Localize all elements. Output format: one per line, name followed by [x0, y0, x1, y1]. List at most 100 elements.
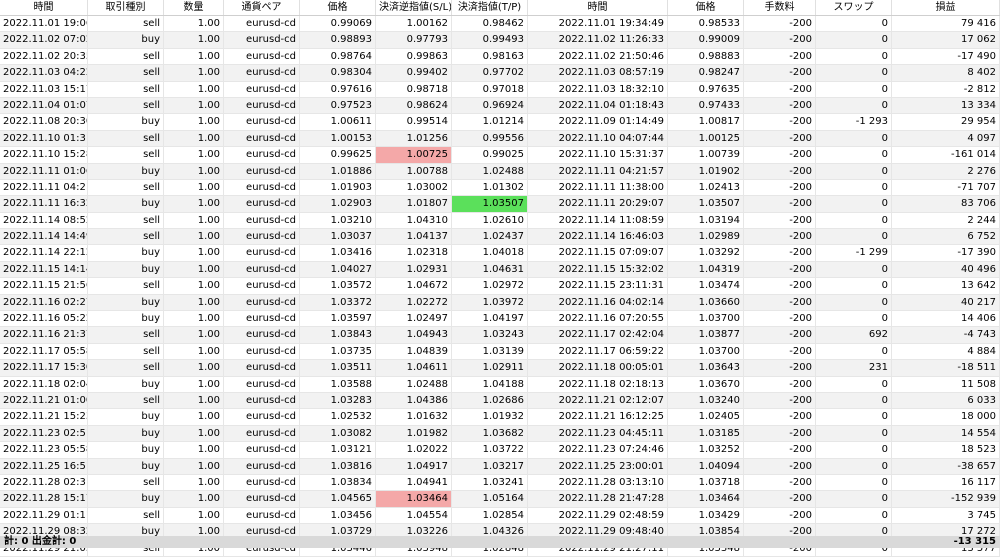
table-row[interactable]: 2022.11.21 01:00:39sell1.00eurusd-cd1.03…	[0, 392, 1000, 410]
cell-swap: 0	[816, 229, 892, 245]
cell-trade-type: sell	[88, 360, 164, 376]
cell-open-price: 1.03735	[300, 343, 376, 360]
cell-trade-type: buy	[88, 245, 164, 261]
cell-close-price: 1.03660	[668, 294, 744, 311]
column-header-swap[interactable]: スワップ	[816, 0, 892, 15]
cell-open-price: 0.97523	[300, 97, 376, 114]
table-row[interactable]: 2022.11.23 02:51:50buy1.00eurusd-cd1.030…	[0, 425, 1000, 443]
table-row[interactable]: 2022.11.14 08:52:16sell1.00eurusd-cd1.03…	[0, 212, 1000, 230]
table-row[interactable]: 2022.11.02 07:02:31buy1.00eurusd-cd0.988…	[0, 32, 1000, 49]
column-header-stop-loss[interactable]: 決済逆指値(S/L)	[376, 0, 452, 15]
table-row[interactable]: 2022.11.21 15:23:37buy1.00eurusd-cd1.025…	[0, 409, 1000, 426]
column-header-currency-pair[interactable]: 通貨ペア	[224, 0, 300, 15]
column-header-take-profit[interactable]: 決済指値(T/P)	[452, 0, 528, 15]
cell-take-profit: 0.97702	[452, 65, 528, 81]
table-row[interactable]: 2022.11.15 14:14:01buy1.00eurusd-cd1.040…	[0, 261, 1000, 279]
column-header-close-time[interactable]: 時間	[528, 0, 668, 15]
table-row[interactable]: 2022.11.15 21:56:32sell1.00eurusd-cd1.03…	[0, 278, 1000, 295]
cell-swap: 0	[816, 179, 892, 196]
table-row[interactable]: 2022.11.04 01:07:08sell1.00eurusd-cd0.97…	[0, 97, 1000, 115]
cell-volume: 1.00	[164, 409, 224, 425]
cell-profit: 2 244	[892, 212, 1000, 229]
cell-take-profit: 0.99025	[452, 147, 528, 163]
table-row[interactable]: 2022.11.23 05:58:12buy1.00eurusd-cd1.031…	[0, 442, 1000, 459]
table-row[interactable]: 2022.11.17 05:58:11sell1.00eurusd-cd1.03…	[0, 343, 1000, 361]
cell-stop-loss: 1.01982	[376, 425, 452, 442]
cell-take-profit: 1.03139	[452, 343, 528, 360]
cell-close-price: 1.00739	[668, 147, 744, 163]
cell-profit: 3 745	[892, 507, 1000, 524]
cell-close-price: 0.97433	[668, 97, 744, 114]
table-row[interactable]: 2022.11.11 04:21:58sell1.00eurusd-cd1.01…	[0, 179, 1000, 197]
table-row[interactable]: 2022.11.25 16:51:11buy1.00eurusd-cd1.038…	[0, 458, 1000, 475]
cell-commission: -200	[744, 114, 816, 130]
column-header-open-time[interactable]: 時間	[0, 0, 88, 15]
cell-close-price: 1.03643	[668, 360, 744, 376]
cell-currency-pair: eurusd-cd	[224, 32, 300, 48]
cell-close-time: 2022.11.18 00:05:01	[528, 360, 668, 376]
cell-profit: 2 276	[892, 163, 1000, 179]
cell-close-time: 2022.11.03 08:57:19	[528, 65, 668, 81]
table-row[interactable]: 2022.11.11 16:32:59buy1.00eurusd-cd1.029…	[0, 196, 1000, 213]
cell-volume: 1.00	[164, 474, 224, 491]
table-row[interactable]: 2022.11.17 15:30:33sell1.00eurusd-cd1.03…	[0, 360, 1000, 377]
cell-open-price: 1.03588	[300, 376, 376, 392]
table-row[interactable]: 2022.11.16 02:27:56buy1.00eurusd-cd1.033…	[0, 294, 1000, 312]
cell-volume: 1.00	[164, 48, 224, 65]
cell-volume: 1.00	[164, 229, 224, 245]
cell-swap: 0	[816, 196, 892, 212]
column-header-open-price[interactable]: 価格	[300, 0, 376, 15]
table-row[interactable]: 2022.11.11 01:06:48buy1.00eurusd-cd1.018…	[0, 163, 1000, 180]
cell-take-profit: 1.04631	[452, 261, 528, 278]
table-row[interactable]: 2022.11.18 02:04:20buy1.00eurusd-cd1.035…	[0, 376, 1000, 393]
cell-open-price: 0.99069	[300, 16, 376, 32]
table-row[interactable]: 2022.11.28 15:17:28buy1.00eurusd-cd1.045…	[0, 491, 1000, 508]
table-row[interactable]: 2022.11.02 20:35:52sell1.00eurusd-cd0.98…	[0, 48, 1000, 66]
table-row[interactable]: 2022.11.10 01:31:35sell1.00eurusd-cd1.00…	[0, 130, 1000, 148]
cell-take-profit: 1.01302	[452, 179, 528, 196]
cell-close-price: 1.03252	[668, 442, 744, 458]
cell-profit: -17 490	[892, 48, 1000, 65]
table-row[interactable]: 2022.11.01 19:06:36sell1.00eurusd-cd0.99…	[0, 16, 1000, 33]
cell-commission: -200	[744, 16, 816, 32]
cell-stop-loss: 1.02488	[376, 376, 452, 392]
cell-volume: 1.00	[164, 179, 224, 196]
cell-take-profit: 1.04018	[452, 245, 528, 261]
cell-close-price: 1.03429	[668, 507, 744, 524]
table-row[interactable]: 2022.11.14 14:49:03sell1.00eurusd-cd1.03…	[0, 229, 1000, 246]
cell-trade-type: sell	[88, 16, 164, 32]
table-row[interactable]: 2022.11.03 15:17:55sell1.00eurusd-cd0.97…	[0, 81, 1000, 98]
column-header-volume[interactable]: 数量	[164, 0, 224, 15]
table-row[interactable]: 2022.11.10 15:28:09sell1.00eurusd-cd0.99…	[0, 147, 1000, 164]
cell-stop-loss: 1.02931	[376, 261, 452, 278]
cell-close-price: 1.03718	[668, 474, 744, 491]
cell-open-time: 2022.11.21 01:00:39	[0, 392, 88, 409]
cell-swap: 0	[816, 294, 892, 311]
cell-open-price: 1.04565	[300, 491, 376, 507]
cell-volume: 1.00	[164, 147, 224, 163]
cell-close-price: 0.98533	[668, 16, 744, 32]
cell-stop-loss: 1.00725	[376, 147, 452, 163]
cell-close-time: 2022.11.02 11:26:33	[528, 32, 668, 48]
table-row[interactable]: 2022.11.28 02:31:39sell1.00eurusd-cd1.03…	[0, 474, 1000, 492]
cell-volume: 1.00	[164, 278, 224, 294]
table-row[interactable]: 2022.11.14 22:12:24buy1.00eurusd-cd1.034…	[0, 245, 1000, 262]
table-row[interactable]: 2022.11.03 04:22:40sell1.00eurusd-cd0.98…	[0, 65, 1000, 82]
cell-open-price: 1.03372	[300, 294, 376, 311]
table-row[interactable]: 2022.11.29 01:11:09sell1.00eurusd-cd1.03…	[0, 507, 1000, 525]
cell-take-profit: 1.03722	[452, 442, 528, 458]
table-row[interactable]: 2022.11.16 05:22:23buy1.00eurusd-cd1.035…	[0, 311, 1000, 328]
table-row[interactable]: 2022.11.16 21:37:44sell1.00eurusd-cd1.03…	[0, 327, 1000, 344]
cell-open-price: 1.03037	[300, 229, 376, 245]
column-header-profit[interactable]: 損益	[892, 0, 1000, 15]
table-row[interactable]: 2022.11.08 20:30:28buy1.00eurusd-cd1.006…	[0, 114, 1000, 131]
column-header-close-price[interactable]: 価格	[668, 0, 744, 15]
column-header-trade-type[interactable]: 取引種別	[88, 0, 164, 15]
column-header-commission[interactable]: 手数料	[744, 0, 816, 15]
cell-open-time: 2022.11.03 15:17:55	[0, 81, 88, 97]
cell-take-profit: 1.01214	[452, 114, 528, 130]
cell-stop-loss: 1.02497	[376, 311, 452, 327]
cell-close-price: 1.03194	[668, 212, 744, 229]
cell-close-time: 2022.11.15 07:09:07	[528, 245, 668, 261]
cell-currency-pair: eurusd-cd	[224, 16, 300, 32]
